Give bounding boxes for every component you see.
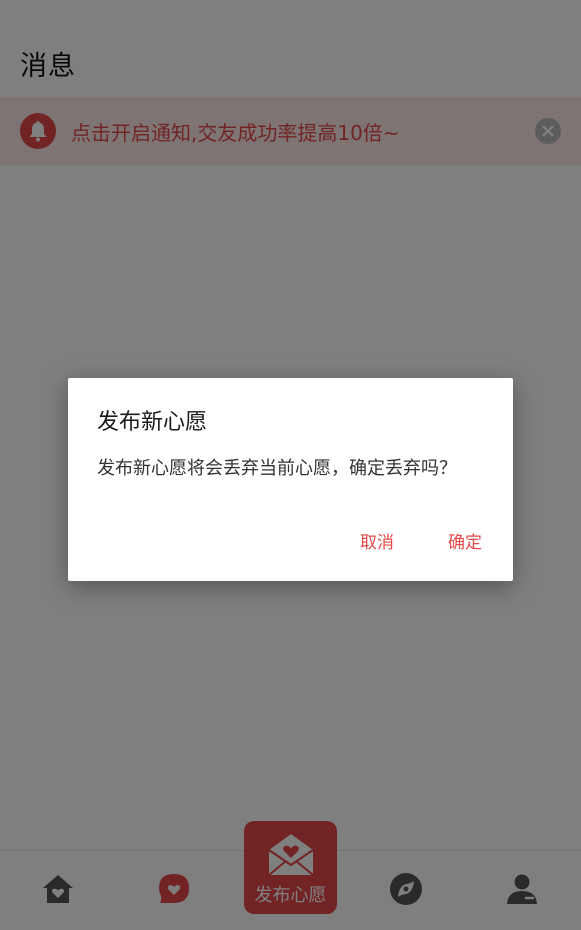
confirm-dialog: 发布新心愿 发布新心愿将会丢弃当前心愿，确定丢弃吗？ 取消 确定 xyxy=(68,378,513,581)
confirm-button[interactable]: 确定 xyxy=(448,528,482,553)
dialog-message: 发布新心愿将会丢弃当前心愿，确定丢弃吗？ xyxy=(97,458,457,479)
dialog-title: 发布新心愿 xyxy=(97,410,208,435)
cancel-button[interactable]: 取消 xyxy=(360,528,394,553)
